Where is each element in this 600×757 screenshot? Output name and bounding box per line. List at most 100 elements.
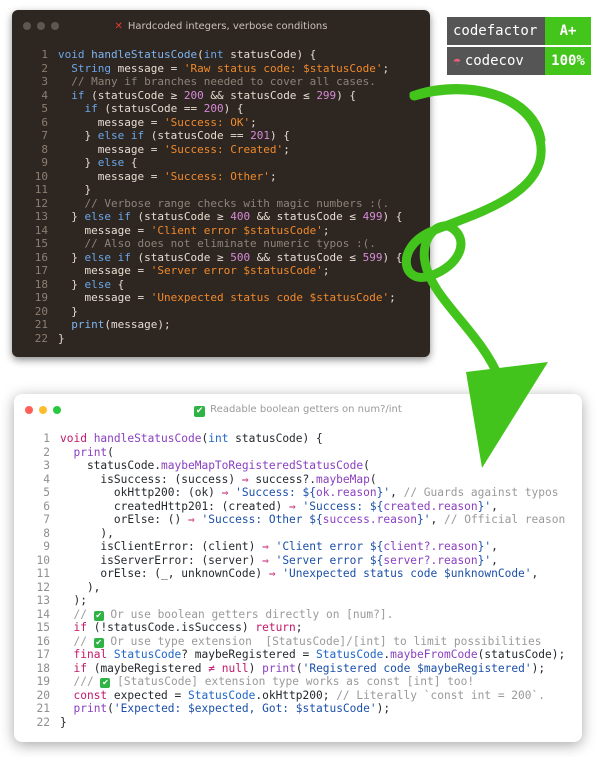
line-number: 1	[41, 48, 48, 61]
code-line: 11 }	[26, 183, 430, 197]
code-token: 'Success: OK'	[163, 115, 251, 129]
code-line: 22}	[28, 716, 582, 730]
zoom-window-button[interactable]	[53, 406, 61, 414]
line-number: 22	[36, 715, 50, 729]
code-token: );	[60, 594, 87, 607]
code-line: 9 isClientError: (client) ⇒ 'Client erro…	[28, 540, 582, 554]
code-token: ;	[322, 223, 330, 237]
code-token: isServerError: (server)	[60, 553, 263, 567]
code-token: 201	[250, 129, 270, 142]
code-token: }	[58, 331, 65, 345]
window-titlebar: ✔ Readable boolean getters on num?/int	[14, 394, 582, 426]
code-line: 17 message = 'Server error $statusCode';	[26, 264, 430, 278]
code-token: ≠	[208, 661, 215, 675]
code-line: 15 if (!statusCode.isSuccess) return;	[28, 621, 582, 635]
code-token: print	[73, 702, 108, 715]
code-line: 11 orElse: (_, unknownCode) ⇒ 'Unexpecte…	[28, 567, 582, 581]
code-window-before: ✕ Hardcoded integers, verbose conditions …	[12, 10, 430, 357]
code-token: null	[221, 661, 249, 675]
code-token: ;	[382, 61, 390, 75]
code-token: return	[255, 621, 296, 634]
code-token: }'	[477, 540, 492, 553]
code-token: print	[73, 445, 108, 459]
line-number: 19	[34, 291, 48, 304]
code-token: const	[73, 688, 108, 702]
line-number: 16	[36, 634, 50, 648]
code-token: }	[58, 183, 92, 196]
badge-label: codefactor	[447, 17, 545, 45]
code-token: (statusCode	[130, 210, 217, 223]
code-token: message =	[58, 264, 151, 277]
code-token: 'Raw status code: $statusCode'	[183, 61, 383, 75]
code-line: 16 // ✔ Or use type extension [StatusCod…	[28, 635, 582, 649]
code-token: ≥	[216, 210, 224, 223]
code-token: StatusCode	[188, 688, 256, 702]
code-token: [StatusCode] extension type works as con…	[110, 675, 475, 688]
window-controls	[25, 406, 61, 414]
code-text: isServerError: (server) ⇒ 'Server error …	[60, 553, 498, 568]
code-token: 'Success: Created'	[163, 142, 284, 156]
code-text: message = 'Success: Created';	[58, 143, 290, 157]
code-token: isSuccess: (success)	[60, 472, 242, 486]
code-token: ) {	[223, 102, 244, 115]
close-window-button[interactable]	[25, 406, 33, 414]
code-token: String	[71, 61, 111, 75]
code-token: Or use boolean getters directly on [num?…	[103, 607, 394, 621]
code-text: orElse: (_, unknownCode) ⇒ 'Unexpected s…	[60, 567, 538, 581]
minimize-window-button[interactable]	[39, 406, 47, 414]
code-text: String message = 'Raw status code: $stat…	[58, 62, 389, 76]
line-number: 10	[36, 553, 50, 567]
code-token: 'Success: ${	[235, 486, 316, 499]
code-text: message = 'Unexpected status code $statu…	[58, 291, 395, 305]
code-text: print(message);	[58, 318, 170, 332]
code-token: && statusCode	[250, 250, 350, 264]
line-number: 22	[34, 331, 48, 345]
zoom-window-button[interactable]	[51, 22, 59, 30]
code-token: // Literally `const int = 200`.	[336, 688, 545, 702]
code-token: );	[531, 661, 546, 675]
code-token: }	[58, 304, 78, 318]
code-token: ,	[531, 567, 539, 580]
code-token: 599	[362, 250, 383, 264]
code-token: ) {	[382, 210, 403, 223]
codefactor-badge[interactable]: codefactor A+	[447, 17, 591, 45]
code-token: ,	[491, 553, 498, 567]
code-line: 3 // Many if branches needed to cover al…	[26, 75, 430, 89]
code-token: (statusCode	[97, 102, 184, 115]
code-token: }	[58, 250, 85, 264]
code-token: 'Success: Other'	[163, 169, 270, 183]
code-token: handleStatusCode	[91, 48, 198, 61]
line-number: 6	[43, 499, 50, 513]
codecov-badge[interactable]: ☂ codecov 100%	[447, 47, 591, 75]
code-line: 16 } else if (statusCode ≥ 500 && status…	[26, 251, 430, 265]
line-number: 7	[43, 513, 50, 526]
code-text: }	[58, 305, 78, 319]
code-text: // ✔ Or use boolean getters directly on …	[60, 608, 393, 622]
code-token: created.reason	[383, 499, 478, 513]
code-token: ),	[60, 580, 101, 594]
code-token: 'Unexpected status code $unknownCode'	[282, 567, 532, 580]
code-token: (statusCode);	[477, 648, 566, 661]
code-token: ,	[491, 540, 498, 553]
code-line: 8 ),	[28, 527, 582, 541]
minimize-window-button[interactable]	[37, 22, 45, 30]
code-text: void handleStatusCode(int statusCode) {	[58, 48, 316, 62]
code-line: 10 message = 'Success: Other';	[26, 170, 430, 184]
close-window-button[interactable]	[23, 22, 31, 30]
code-text: if (maybeRegistered ≠ null) print('Regis…	[60, 662, 545, 676]
code-text: } else if (statusCode ≥ 400 && statusCod…	[58, 210, 402, 224]
line-number: 4	[43, 472, 50, 486]
check-mark-icon: ✔	[93, 610, 104, 621]
code-token: // Verbose range checks with magic numbe…	[58, 196, 390, 210]
code-token: message =	[58, 115, 164, 129]
code-token: (statusCode	[84, 88, 171, 102]
code-token: ==	[230, 129, 244, 142]
code-token: ok.reason	[315, 486, 377, 499]
code-token: }	[58, 277, 85, 291]
code-line: 4 isSuccess: (success) ⇒ success?.maybeM…	[28, 473, 582, 487]
badge-label: codecov	[464, 53, 524, 69]
code-token: 500	[230, 250, 251, 264]
